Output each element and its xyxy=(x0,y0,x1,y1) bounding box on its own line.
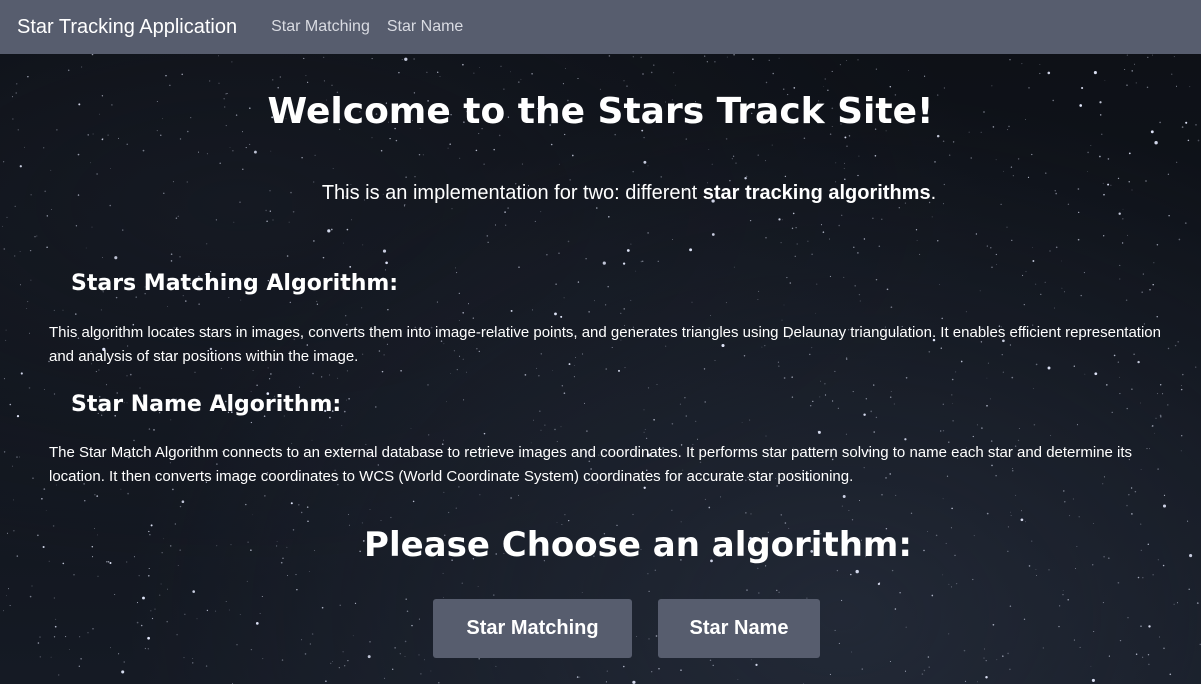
intro-prefix: This is an implementation for two: diffe… xyxy=(321,182,703,204)
page-title: Welcome to the Stars Track Site! xyxy=(267,91,934,132)
choose-algorithm-heading: Please Choose an algorithm: xyxy=(364,525,912,565)
star-matching-button[interactable]: Star Matching xyxy=(433,599,632,658)
main-content: Welcome to the Stars Track Site! This is… xyxy=(0,54,1201,684)
top-navbar: Star Tracking Application Star Matching … xyxy=(0,0,1201,54)
intro-text: This is an implementation for two: diffe… xyxy=(0,181,1201,205)
stars-matching-heading: Stars Matching Algorithm: xyxy=(71,271,399,296)
star-name-description: The Star Match Algorithm connects to an … xyxy=(49,444,1133,485)
intro-bold: star tracking algorithms xyxy=(702,182,931,204)
stars-matching-description: This algorithm locates stars in images, … xyxy=(49,324,1161,365)
star-name-button[interactable]: Star Name xyxy=(658,599,820,658)
nav-link-star-name[interactable]: Star Name xyxy=(387,18,463,36)
nav-link-star-matching[interactable]: Star Matching xyxy=(271,18,370,36)
intro-suffix: . xyxy=(930,182,937,204)
star-name-heading: Star Name Algorithm: xyxy=(71,392,342,417)
app-brand-link[interactable]: Star Tracking Application xyxy=(17,16,237,39)
